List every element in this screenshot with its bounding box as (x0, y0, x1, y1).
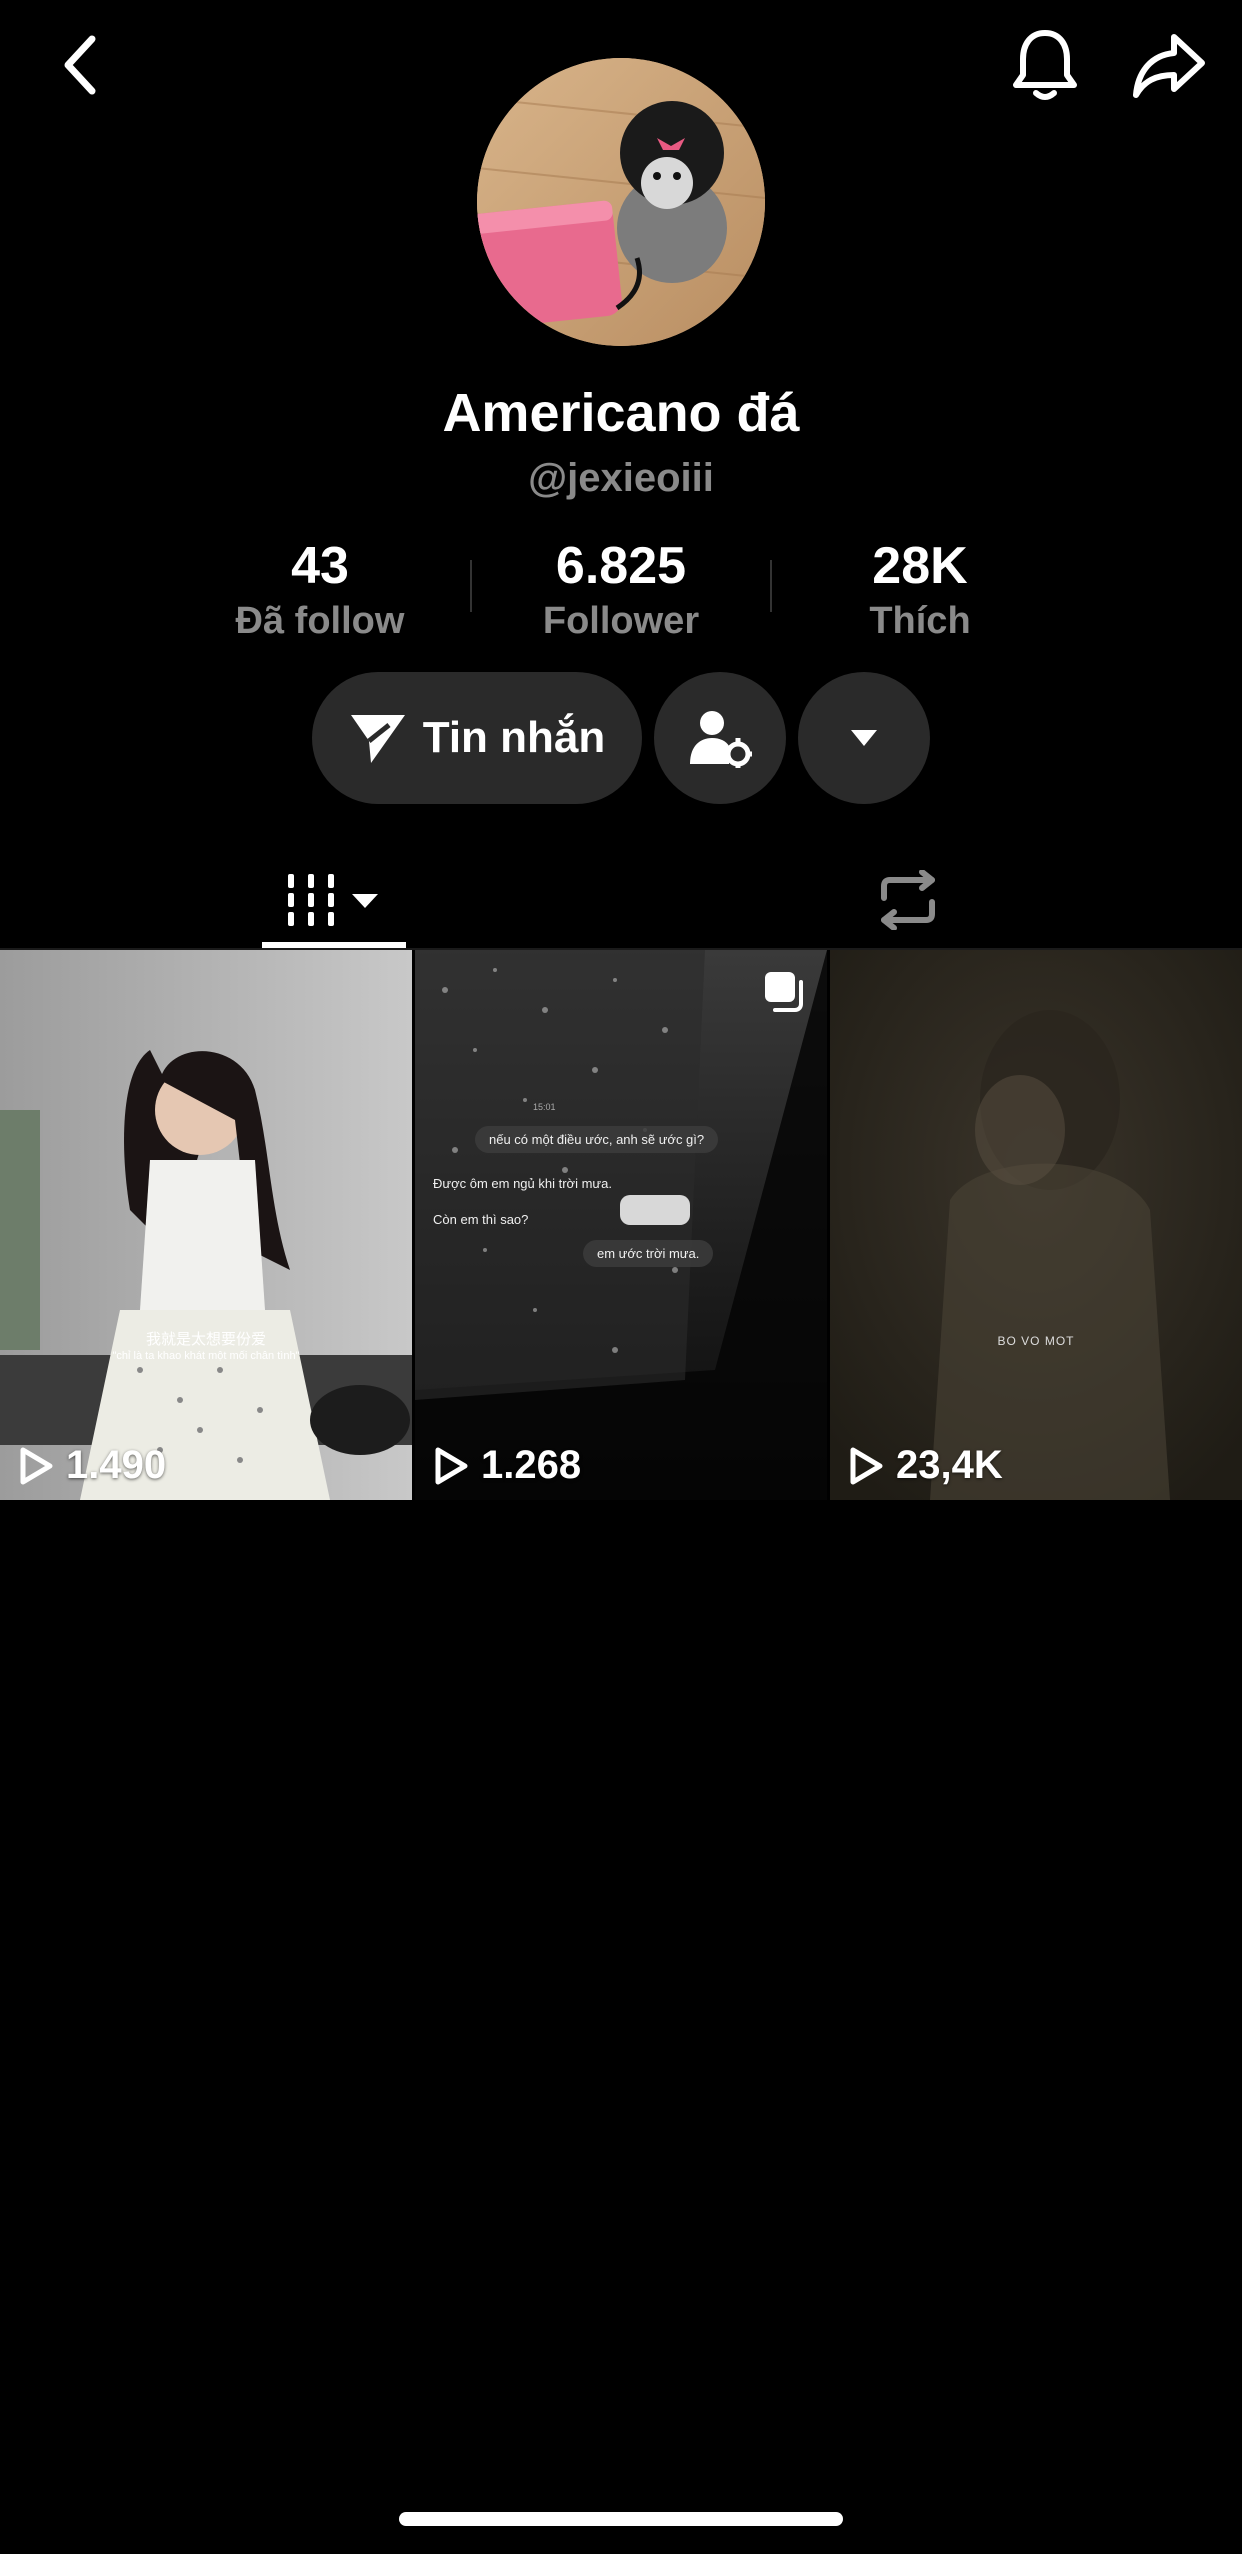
multi-photo-icon (765, 972, 803, 1012)
following-label: Đã follow (235, 600, 405, 642)
followers-stat[interactable]: 6.825 Follower (471, 535, 771, 645)
chevron-left-icon (64, 35, 96, 95)
chat-message: em ước trời mưa. (583, 1240, 714, 1267)
back-button[interactable] (40, 20, 120, 110)
likes-count: 28K (872, 537, 968, 595)
caret-down-icon (851, 730, 877, 746)
video-thumbnail (830, 950, 1242, 1500)
following-count: 43 (291, 537, 349, 595)
friend-settings-button[interactable] (654, 672, 786, 804)
play-icon (435, 1447, 468, 1484)
play-icon (20, 1447, 53, 1484)
share-arrow-icon (1133, 34, 1205, 98)
person-settings-icon (690, 711, 752, 768)
followers-count: 6.825 (555, 537, 687, 595)
username: @jexieoiii (528, 456, 714, 500)
view-count-text: 1.268 (481, 1443, 582, 1487)
play-icon (850, 1447, 883, 1484)
avatar-image (477, 58, 765, 346)
video-tile[interactable]: 15:01 nếu có một điều ước, anh sẽ ước gì… (415, 950, 827, 1500)
following-stat[interactable]: 43 Đã follow (170, 535, 470, 645)
followers-label: Follower (542, 600, 700, 642)
share-button[interactable] (1120, 20, 1220, 110)
more-options-button[interactable] (798, 672, 930, 804)
bell-icon (1013, 30, 1077, 100)
view-count-text: 23,4K (896, 1443, 1003, 1487)
view-count-text: 1.490 (66, 1443, 167, 1487)
video-tile[interactable]: 我就是太想要份爱 "chỉ là ta khao khát một mối ch… (0, 950, 412, 1500)
video-caption-cn: 我就是太想要份爱 (145, 1330, 266, 1348)
paper-plane-icon (350, 715, 405, 763)
message-button[interactable]: Tin nhắn (312, 672, 642, 804)
likes-stat[interactable]: 28K Thích (770, 535, 1070, 645)
video-caption: BO VO MOT (997, 1334, 1075, 1348)
video-tile[interactable]: BO VO MOT 23,4K (830, 950, 1242, 1500)
home-indicator[interactable] (399, 2512, 843, 2526)
video-caption-vi: "chỉ là ta khao khát một mối chân tình" (112, 1350, 300, 1362)
chat-message: Được ôm em ngủ khi trời mưa. (433, 1176, 612, 1191)
view-count: 1.490 (18, 1443, 166, 1488)
view-count: 23,4K (848, 1443, 1003, 1488)
notification-bell-button[interactable] (1000, 20, 1090, 110)
chat-time: 15:01 (533, 1102, 556, 1112)
view-count: 1.268 (433, 1443, 581, 1488)
tab-videos[interactable] (262, 850, 406, 950)
message-button-label: Tin nhắn (422, 713, 606, 762)
video-thumbnail (0, 950, 412, 1500)
avatar[interactable] (477, 58, 765, 346)
grid-bars-icon (288, 874, 378, 926)
likes-label: Thích (869, 600, 971, 642)
chat-message: Còn em thì sao? (433, 1212, 529, 1227)
chat-message: nếu có một điều ước, anh sẽ ước gì? (475, 1126, 719, 1153)
repost-icon (881, 870, 935, 930)
tab-reposts[interactable] (858, 850, 958, 950)
display-name: Americano đá (442, 383, 800, 443)
